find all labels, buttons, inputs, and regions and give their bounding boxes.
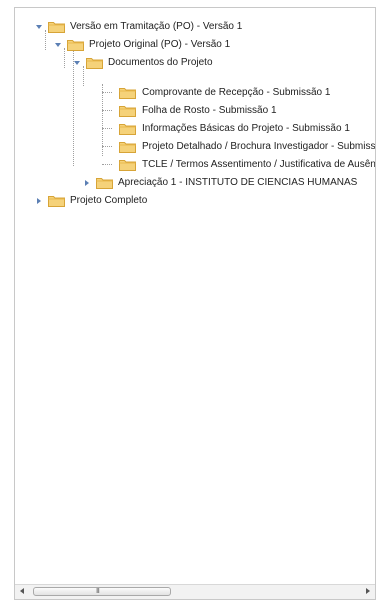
horizontal-scrollbar[interactable]: III	[15, 584, 375, 599]
arrow-right-icon	[366, 588, 370, 594]
tree-node-label[interactable]: Folha de Rosto - Submissão 1	[142, 102, 277, 120]
tree-guide-line	[102, 92, 112, 93]
collapse-toggle-icon[interactable]	[35, 23, 44, 32]
folder-icon	[119, 159, 136, 171]
tree-guide-line	[45, 30, 46, 50]
tree-node-label[interactable]: Projeto Detalhado / Brochura Investigado…	[142, 138, 375, 156]
folder-icon	[119, 123, 136, 135]
expand-toggle-icon[interactable]	[35, 197, 44, 206]
folder-icon	[86, 57, 103, 69]
tree-node-label[interactable]: Informações Básicas do Projeto - Submiss…	[142, 120, 350, 138]
tree-guide-line	[102, 164, 112, 165]
tree-guide-line	[102, 146, 112, 147]
tree-guide-line	[83, 66, 84, 86]
scrollbar-thumb[interactable]: III	[33, 587, 171, 596]
folder-icon	[96, 177, 113, 189]
scroll-right-button[interactable]	[361, 585, 375, 598]
tree-node-label[interactable]: Projeto Original (PO) - Versão 1	[89, 36, 230, 54]
tree-node-label[interactable]: Documentos do Projeto	[108, 54, 213, 72]
scroll-left-button[interactable]	[15, 585, 29, 598]
tree-guide-line	[102, 128, 112, 129]
tree-node-label[interactable]: Comprovante de Recepção - Submissão 1	[142, 84, 330, 102]
folder-icon	[67, 39, 84, 51]
document-tree: Versão em Tramitação (PO) - Versão 1 Pro…	[15, 8, 375, 585]
folder-icon	[119, 87, 136, 99]
project-tree-panel: Versão em Tramitação (PO) - Versão 1 Pro…	[14, 7, 376, 600]
tree-guide-line	[102, 110, 112, 111]
tree-node-label[interactable]: Apreciação 1 - INSTITUTO DE CIENCIAS HUM…	[118, 174, 357, 192]
tree-node-label[interactable]: Versão em Tramitação (PO) - Versão 1	[70, 18, 242, 36]
folder-icon	[119, 141, 136, 153]
folder-icon	[48, 21, 65, 33]
tree-node-label[interactable]: Projeto Completo	[70, 192, 147, 210]
folder-icon	[48, 195, 65, 207]
arrow-left-icon	[20, 588, 24, 594]
tree-node-label[interactable]: TCLE / Termos Assentimento / Justificati…	[142, 156, 375, 174]
expand-toggle-icon[interactable]	[83, 179, 92, 188]
folder-icon	[119, 105, 136, 117]
collapse-toggle-icon[interactable]	[73, 59, 82, 68]
tree-guide-line	[64, 48, 65, 68]
collapse-toggle-icon[interactable]	[54, 41, 63, 50]
scrollbar-grip: III	[96, 588, 100, 595]
